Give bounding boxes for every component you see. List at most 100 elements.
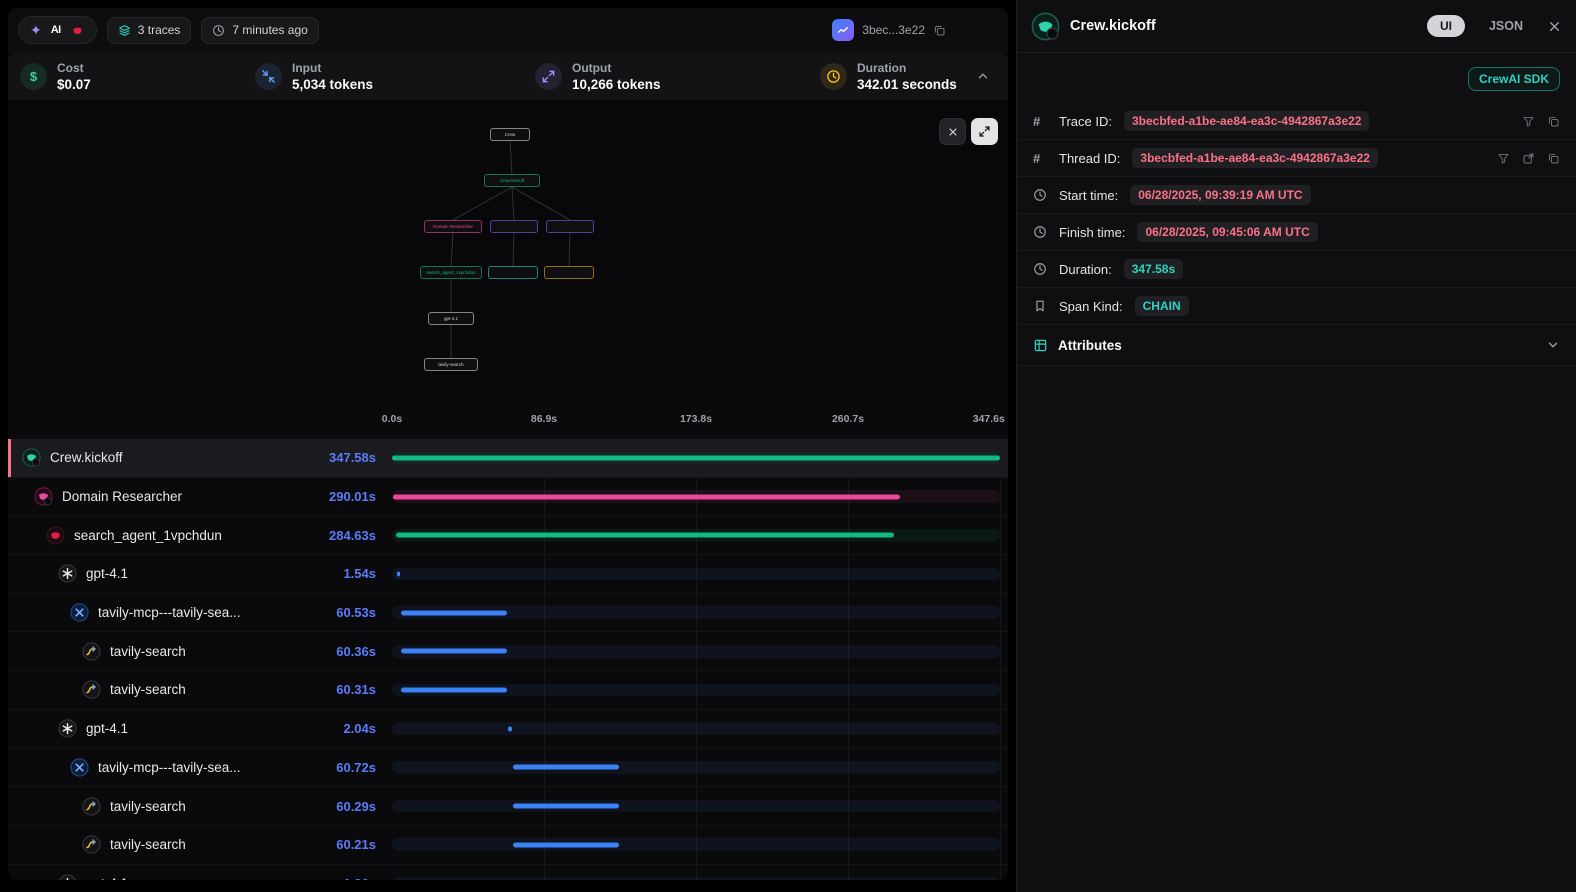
waterfall-bar[interactable] [513, 804, 618, 809]
waterfall-row[interactable]: gpt-4.1 1.54s [8, 555, 1008, 594]
detail-value: 3becbfed-a1be-ae84-ea3c-4942867a3e22 [1124, 111, 1370, 131]
trace-id-short: 3bec...3e22 [862, 23, 925, 37]
run-chart-icon [832, 19, 854, 41]
waterfall-row[interactable]: tavily-mcp---tavily-sea... 60.72s [8, 749, 1008, 788]
span-icon [1031, 12, 1060, 41]
detail-value: 06/28/2025, 09:39:19 AM UTC [1130, 185, 1310, 205]
span-name: tavily-mcp---tavily-sea... [98, 760, 241, 775]
traces-count-badge[interactable]: 3 traces [107, 17, 192, 44]
tab-json[interactable]: JSON [1489, 19, 1523, 33]
sdk-badge[interactable]: CrewAI SDK [1468, 67, 1560, 91]
crew-icon [22, 448, 41, 467]
span-duration: 2.04s [343, 721, 392, 736]
app-root: ✦ AI 3 traces 7 minutes ago [0, 0, 1576, 892]
graph-node[interactable]: Crew.kickoff [484, 174, 540, 187]
detail-row: Duration:347.58s [1017, 251, 1576, 288]
waterfall-bar[interactable] [401, 687, 506, 692]
waterfall-bar[interactable] [396, 533, 894, 538]
crewai-logo [70, 23, 85, 38]
waterfall-row[interactable]: tavily-search60.21s [8, 826, 1008, 865]
stat-text: Input5,034 tokens [292, 61, 373, 92]
span-name: gpt-4.1 [86, 876, 128, 880]
graph-node[interactable]: search_agent_1vpchdun [420, 266, 482, 279]
span-duration: 284.63s [329, 528, 392, 543]
span-duration: 1.54s [343, 566, 392, 581]
graph-node[interactable] [488, 266, 538, 279]
waterfall-bar-cell [392, 749, 1000, 787]
graph-node[interactable]: gpt-4.1 [428, 312, 474, 325]
details-panel: Crew.kickoff UI JSON CrewAI SDK #Trace I… [1016, 0, 1576, 892]
copy-icon[interactable] [933, 24, 946, 37]
detail-row: #Trace ID:3becbfed-a1be-ae84-ea3c-494286… [1017, 103, 1576, 140]
panel-title: Crew.kickoff [1070, 18, 1156, 34]
waterfall-row[interactable]: search_agent_1vpchdun284.63s [8, 516, 1008, 555]
copy-icon[interactable] [1547, 115, 1560, 128]
copy-icon[interactable] [1547, 152, 1560, 165]
waterfall-row-label: tavily-search60.29s [8, 797, 392, 816]
graph-node[interactable]: Domain Researcher [424, 220, 482, 233]
time-ago-badge: 7 minutes ago [201, 17, 318, 44]
waterfall-row[interactable]: tavily-mcp---tavily-sea...60.53s [8, 594, 1008, 633]
sdk-badge-row: CrewAI SDK [1017, 53, 1576, 103]
waterfall-row[interactable]: Domain Researcher290.01s [8, 478, 1008, 517]
filter-icon[interactable] [1522, 115, 1535, 128]
waterfall-bar[interactable] [393, 494, 900, 499]
stats-bar: $Cost$0.07Input5,034 tokensOutput10,266 … [8, 52, 1008, 100]
waterfall-bar[interactable] [513, 842, 618, 847]
tab-ui[interactable]: UI [1427, 15, 1465, 37]
graph-node[interactable] [544, 266, 594, 279]
stat-text: Cost$0.07 [57, 61, 91, 92]
graph-node[interactable] [546, 220, 594, 233]
detail-row: Start time:06/28/2025, 09:39:19 AM UTC [1017, 177, 1576, 214]
span-name: tavily-search [110, 682, 186, 697]
openai-icon [58, 874, 77, 880]
trace-id-group: 3bec...3e22 [832, 19, 946, 41]
stat-cost: $Cost$0.07 [20, 61, 255, 92]
stat-label: Input [292, 61, 373, 75]
waterfall-bar-cell [392, 516, 1000, 554]
waterfall-row-label: gpt-4.11.36s [8, 874, 392, 880]
waterfall-row-label: search_agent_1vpchdun284.63s [8, 526, 392, 545]
waterfall-bar[interactable] [392, 455, 1000, 460]
attributes-section[interactable]: Attributes [1017, 325, 1576, 366]
waterfall-row[interactable]: Crew.kickoff347.58s [8, 439, 1008, 478]
span-duration: 60.21s [336, 837, 392, 852]
stat-value: 342.01 seconds [857, 77, 957, 92]
waterfall-row[interactable]: gpt-4.11.36s [8, 865, 1008, 880]
stat-duration: Duration 342.01 seconds [820, 61, 970, 92]
detail-label: Duration: [1059, 262, 1112, 277]
waterfall-bar-cell [392, 710, 1000, 748]
graph-node[interactable]: Crew [490, 128, 530, 141]
waterfall-row[interactable]: tavily-search60.36s [8, 632, 1008, 671]
graph-edges [8, 100, 1008, 400]
waterfall-row[interactable]: gpt-4.12.04s [8, 710, 1008, 749]
external-icon[interactable] [1522, 152, 1535, 165]
chevron-down-icon [1546, 338, 1560, 352]
span-duration: 60.29s [336, 799, 392, 814]
collapse-chevron-button[interactable] [970, 63, 996, 89]
graph-close-button[interactable] [939, 118, 966, 145]
ai-sdk-logo: AI [51, 24, 61, 36]
crewai-icon [46, 526, 65, 545]
span-name: tavily-search [110, 644, 186, 659]
span-name: tavily-mcp---tavily-sea... [98, 605, 241, 620]
filter-icon[interactable] [1497, 152, 1510, 165]
waterfall-bar[interactable] [508, 726, 512, 731]
graph-node[interactable] [490, 220, 538, 233]
route-icon [82, 835, 101, 854]
waterfall-bar[interactable] [401, 610, 507, 615]
trace-panel: ✦ AI 3 traces 7 minutes ago [8, 8, 1008, 880]
graph-expand-button[interactable] [971, 118, 998, 145]
close-panel-button[interactable] [1547, 19, 1562, 34]
span-duration: 60.72s [336, 760, 392, 775]
waterfall-bar[interactable] [401, 649, 507, 654]
waterfall-row[interactable]: tavily-search60.29s [8, 787, 1008, 826]
graph-node[interactable]: tavily-search [424, 358, 478, 371]
stat-label: Duration [857, 61, 957, 75]
traces-count-label: 3 traces [138, 23, 181, 37]
span-name: gpt-4.1 [86, 566, 128, 581]
waterfall-row[interactable]: tavily-search60.31s [8, 671, 1008, 710]
waterfall-bar[interactable] [513, 765, 619, 770]
waterfall-row-label: Domain Researcher290.01s [8, 487, 392, 506]
input-icon [255, 63, 282, 90]
